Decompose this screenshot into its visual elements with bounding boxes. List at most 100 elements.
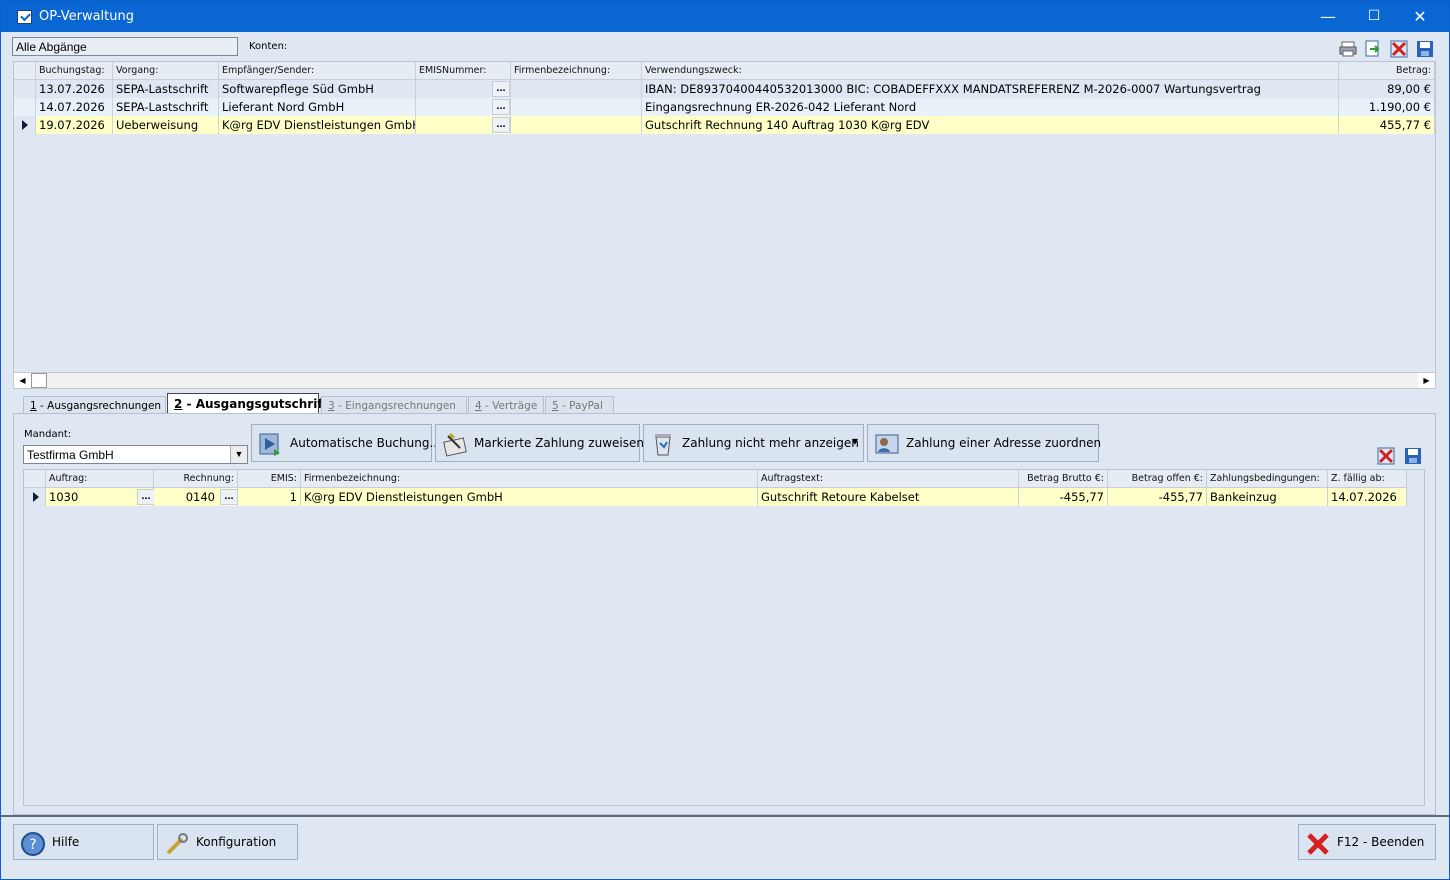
cell-zahlungsbedingungen[interactable]: Bankeinzug bbox=[1207, 488, 1328, 506]
emis-lookup-button[interactable]: ... bbox=[492, 99, 510, 115]
cell-zweck[interactable]: IBAN: DE89370400440532013000 BIC: COBADE… bbox=[642, 80, 1339, 98]
mandant-select[interactable]: Testfirma GmbH ▼ bbox=[23, 445, 248, 464]
auftrag-lookup-button[interactable]: ... bbox=[137, 489, 155, 505]
credit-notes-grid: Auftrag: Rechnung: EMIS: Firmenbezeichnu… bbox=[23, 469, 1425, 806]
tab-paypal[interactable]: 5 - PayPal bbox=[545, 396, 614, 414]
scroll-left-icon[interactable]: ◀ bbox=[14, 373, 31, 388]
help-label: Hilfe bbox=[52, 835, 80, 849]
cell-brutto[interactable]: -455,77 bbox=[1019, 488, 1108, 506]
col-zahlungsbedingungen[interactable]: Zahlungsbedingungen: bbox=[1207, 470, 1328, 488]
auto-booking-label: Automatische Buchung... bbox=[290, 436, 441, 450]
delete-icon[interactable] bbox=[1390, 40, 1408, 58]
cell-betrag[interactable]: 455,77 € bbox=[1339, 116, 1435, 134]
play-document-icon bbox=[259, 433, 280, 456]
col-empfaenger[interactable]: Empfänger/Sender: bbox=[219, 62, 416, 80]
cell-emis[interactable]: 1 bbox=[238, 488, 301, 506]
dropdown-arrow-icon[interactable]: ▼ bbox=[852, 437, 858, 446]
current-row-arrow-icon bbox=[33, 492, 39, 502]
col-vorgang[interactable]: Vorgang: bbox=[113, 62, 219, 80]
tab-eingangsrechnungen[interactable]: 3 - Eingangsrechnungen bbox=[321, 396, 467, 414]
help-button[interactable]: ? Hilfe bbox=[13, 824, 154, 860]
mandant-value: Testfirma GmbH bbox=[27, 448, 114, 462]
cell-vorgang[interactable]: Ueberweisung bbox=[113, 116, 219, 134]
assign-address-button[interactable]: Zahlung einer Adresse zuordnen bbox=[867, 424, 1101, 462]
col-faellig[interactable]: Z. fällig ab: bbox=[1328, 470, 1407, 488]
col-betrag-offen[interactable]: Betrag offen €: bbox=[1108, 470, 1207, 488]
emis-lookup-button[interactable]: ... bbox=[492, 81, 510, 97]
exit-label: F12 - Beenden bbox=[1337, 835, 1425, 849]
main-window: OP-Verwaltung — ☐ ✕ Alle Abgänge Konten:… bbox=[0, 0, 1450, 880]
horizontal-scrollbar[interactable]: ◀ ▶ bbox=[13, 372, 1436, 389]
cell-faellig[interactable]: 14.07.2026 bbox=[1328, 488, 1407, 506]
cell-betrag[interactable]: 89,00 € bbox=[1339, 80, 1435, 98]
save-icon[interactable] bbox=[1416, 40, 1434, 58]
cell-auftragstext[interactable]: Gutschrift Retoure Kabelset bbox=[758, 488, 1019, 506]
wrench-icon bbox=[166, 833, 188, 855]
filter-combo[interactable]: Alle Abgänge bbox=[12, 37, 238, 56]
cell-firma[interactable] bbox=[511, 98, 642, 116]
cell-vorgang[interactable]: SEPA-Lastschrift bbox=[113, 98, 219, 116]
save-icon[interactable] bbox=[1404, 447, 1422, 465]
cell-date[interactable]: 14.07.2026 bbox=[36, 98, 113, 116]
close-button[interactable]: ✕ bbox=[1397, 1, 1443, 32]
rechnung-lookup-button[interactable]: ... bbox=[220, 489, 238, 505]
calculator-pen-icon bbox=[443, 432, 467, 457]
print-icon[interactable] bbox=[1339, 40, 1357, 58]
col-firmenbezeichnung[interactable]: Firmenbezeichnung: bbox=[511, 62, 642, 80]
row-indicator[interactable] bbox=[14, 98, 36, 116]
auto-booking-button[interactable]: Automatische Buchung... bbox=[251, 424, 441, 462]
exit-button[interactable]: F12 - Beenden bbox=[1298, 824, 1436, 860]
help-icon: ? bbox=[21, 832, 45, 856]
chevron-down-icon[interactable]: ▼ bbox=[230, 446, 247, 463]
row-indicator[interactable] bbox=[14, 80, 36, 98]
cell-empfaenger[interactable]: K@rg EDV Dienstleistungen GmbH bbox=[219, 116, 416, 134]
col-betrag[interactable]: Betrag: bbox=[1339, 62, 1435, 80]
scroll-thumb[interactable] bbox=[31, 373, 47, 388]
exit-x-icon bbox=[1307, 833, 1329, 855]
col-auftragstext[interactable]: Auftragstext: bbox=[758, 470, 1019, 488]
maximize-button[interactable]: ☐ bbox=[1351, 1, 1397, 32]
configuration-button[interactable]: Konfiguration bbox=[157, 824, 298, 860]
cell-date[interactable]: 19.07.2026 bbox=[36, 116, 113, 134]
cell-firma[interactable] bbox=[511, 80, 642, 98]
col-rechnung[interactable]: Rechnung: bbox=[154, 470, 238, 488]
cell-date[interactable]: 13.07.2026 bbox=[36, 80, 113, 98]
grid-corner bbox=[24, 470, 46, 488]
assign-payment-label: Markierte Zahlung zuweisen... bbox=[474, 436, 656, 450]
tab-vertraege[interactable]: 4 - Verträge bbox=[468, 396, 544, 414]
col-verwendungszweck[interactable]: Verwendungszweck: bbox=[642, 62, 1339, 80]
cell-vorgang[interactable]: SEPA-Lastschrift bbox=[113, 80, 219, 98]
col-auftrag[interactable]: Auftrag: bbox=[46, 470, 154, 488]
title-bar: OP-Verwaltung — ☐ ✕ bbox=[1, 1, 1449, 32]
col-firmenbezeichnung[interactable]: Firmenbezeichnung: bbox=[301, 470, 758, 488]
delete-icon[interactable] bbox=[1377, 447, 1395, 465]
col-betrag-brutto[interactable]: Betrag Brutto €: bbox=[1019, 470, 1108, 488]
cell-firma[interactable] bbox=[511, 116, 642, 134]
cell-betrag[interactable]: 1.190,00 € bbox=[1339, 98, 1435, 116]
current-row-arrow-icon bbox=[22, 120, 28, 130]
svg-text:?: ? bbox=[29, 837, 36, 853]
divider bbox=[1, 815, 1449, 817]
cell-zweck[interactable]: Eingangsrechnung ER-2026-042 Lieferant N… bbox=[642, 98, 1339, 116]
col-emisnummer[interactable]: EMISNummer: bbox=[416, 62, 511, 80]
hide-payment-button[interactable]: Zahlung nicht mehr anzeigen ▼ bbox=[643, 424, 864, 462]
emis-lookup-button[interactable]: ... bbox=[492, 117, 510, 133]
konten-label: Konten: bbox=[249, 41, 288, 52]
window-title: OP-Verwaltung bbox=[39, 9, 134, 24]
cell-empfaenger[interactable]: Lieferant Nord GmbH bbox=[219, 98, 416, 116]
mandant-label: Mandant: bbox=[24, 429, 72, 440]
export-icon[interactable] bbox=[1364, 40, 1382, 58]
recycle-bin-icon bbox=[655, 434, 671, 456]
tab-ausgangsgutschriften[interactable]: 2 - Ausgangsgutschriften bbox=[167, 393, 345, 414]
scroll-right-icon[interactable]: ▶ bbox=[1418, 373, 1435, 388]
address-card-icon bbox=[875, 434, 899, 454]
col-buchungstag[interactable]: Buchungstag: bbox=[36, 62, 113, 80]
cell-zweck[interactable]: Gutschrift Rechnung 140 Auftrag 1030 K@r… bbox=[642, 116, 1339, 134]
assign-payment-button[interactable]: Markierte Zahlung zuweisen... bbox=[435, 424, 655, 462]
minimize-button[interactable]: — bbox=[1305, 1, 1351, 32]
cell-offen[interactable]: -455,77 bbox=[1108, 488, 1207, 506]
cell-empfaenger[interactable]: Softwarepflege Süd GmbH bbox=[219, 80, 416, 98]
tab-ausgangsrechnungen[interactable]: 1 - Ausgangsrechnungen bbox=[23, 396, 166, 414]
col-emis[interactable]: EMIS: bbox=[238, 470, 301, 488]
cell-firma[interactable]: K@rg EDV Dienstleistungen GmbH bbox=[301, 488, 758, 506]
